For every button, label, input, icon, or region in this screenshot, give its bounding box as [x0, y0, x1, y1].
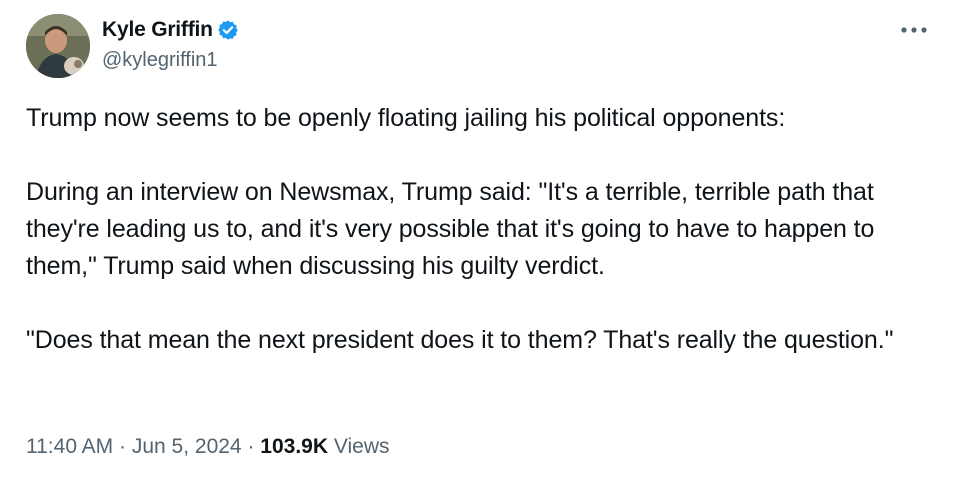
meta-separator: ·: [247, 435, 261, 458]
tweet-paragraph: Trump now seems to be openly floating ja…: [26, 104, 786, 132]
name-row: Kyle Griffin: [102, 16, 239, 44]
tweet-paragraph: "Does that mean the next president does …: [26, 326, 894, 354]
meta-separator: ·: [119, 435, 132, 458]
tweet-paragraph: During an interview on Newsmax, Trump sa…: [26, 178, 875, 280]
views-count[interactable]: 103.9K: [260, 435, 328, 458]
verified-badge-icon[interactable]: [217, 19, 239, 41]
author-display-name[interactable]: Kyle Griffin: [102, 18, 213, 42]
tweet-time[interactable]: 11:40 AM: [26, 435, 113, 458]
tweet-date[interactable]: Jun 5, 2024: [132, 435, 242, 458]
avatar[interactable]: [26, 14, 90, 78]
tweet-card: Kyle Griffin @kylegriffin1 Trump now see…: [0, 0, 956, 486]
author-handle[interactable]: @kylegriffin1: [102, 48, 239, 72]
tweet-metadata: 11:40 AM · Jun 5, 2024 · 103.9K Views: [26, 432, 389, 462]
views-label: Views: [333, 435, 390, 458]
avatar-image: [26, 14, 90, 78]
more-options-icon[interactable]: [896, 18, 932, 42]
tweet-text: Trump now seems to be openly floating ja…: [26, 100, 926, 359]
author-block: Kyle Griffin @kylegriffin1: [102, 16, 239, 72]
